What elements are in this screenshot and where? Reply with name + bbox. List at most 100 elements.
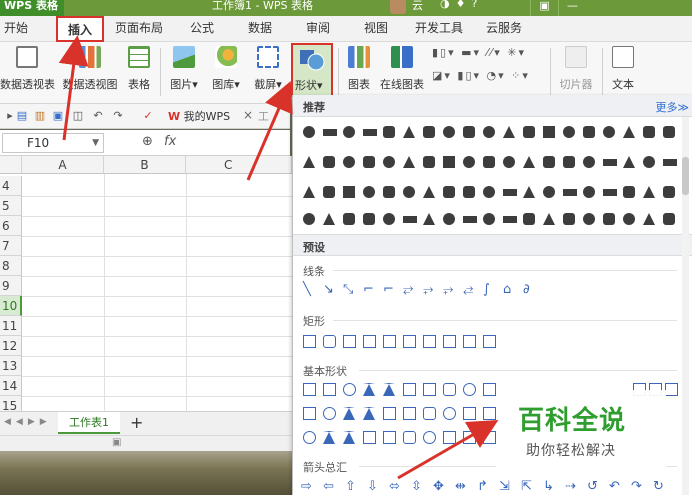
pivot-chart-button[interactable]: 数据透视图 (60, 46, 120, 92)
recommended-shape-icon[interactable] (523, 186, 535, 198)
recommended-shape-icon[interactable] (403, 186, 415, 198)
menu-formula[interactable]: 公式 (186, 16, 218, 42)
recommended-shape-icon[interactable] (343, 213, 355, 225)
help-icon[interactable]: ? (471, 0, 483, 10)
menu-developer[interactable]: 开发工具 (412, 16, 466, 42)
arrow-shape-icon[interactable]: ↷ (631, 480, 642, 494)
slicer-button[interactable]: 切片器 (556, 46, 596, 92)
column-header-c[interactable]: C (186, 156, 292, 174)
chevron-down-icon[interactable]: ▼ (92, 134, 99, 152)
recommended-shape-icon[interactable] (443, 156, 455, 168)
basic-shape-icon[interactable] (423, 431, 436, 444)
recommended-shape-icon[interactable] (503, 189, 517, 196)
recommended-shape-icon[interactable] (463, 156, 475, 168)
recommended-shape-icon[interactable] (663, 186, 675, 198)
row-header-4[interactable]: 4 (0, 176, 22, 196)
basic-shape-icon[interactable] (323, 407, 336, 420)
fx-icon[interactable]: fx (164, 134, 176, 149)
arrow-shape-icon[interactable]: ⇦ (323, 480, 334, 494)
select-all-corner[interactable] (0, 156, 22, 174)
basic-shape-icon[interactable] (323, 383, 336, 396)
recommended-shape-icon[interactable] (383, 186, 395, 198)
recommended-shape-icon[interactable] (523, 126, 535, 138)
line-shape-icon[interactable]: ⤡ (343, 283, 353, 297)
recommended-shape-icon[interactable] (583, 213, 595, 225)
rectangle-shape-icon[interactable] (303, 335, 316, 348)
rectangle-shape-icon[interactable] (323, 335, 336, 348)
row-header-5[interactable]: 5 (0, 196, 22, 216)
export-icon[interactable]: ▥ (34, 110, 46, 122)
basic-shape-icon[interactable] (423, 407, 436, 420)
recommended-shape-icon[interactable] (643, 186, 655, 198)
gallery-button[interactable]: 图库▾ (208, 46, 244, 92)
arrow-shape-icon[interactable]: ⇩ (367, 480, 378, 494)
line-shape-icon[interactable]: ⌐ (383, 283, 394, 297)
basic-shape-icon[interactable] (463, 431, 476, 444)
recommended-shape-icon[interactable] (323, 213, 335, 225)
minimize-button[interactable]: — (558, 0, 586, 16)
line-shape-icon[interactable]: ⥅ (423, 283, 433, 297)
sheet-tab-1[interactable]: 工作表1 (58, 412, 120, 434)
recommended-shape-icon[interactable] (483, 156, 495, 168)
basic-shape-icon[interactable] (303, 407, 316, 420)
basic-shape-icon[interactable] (403, 407, 416, 420)
recommended-shape-icon[interactable] (483, 186, 495, 198)
menu-page-layout[interactable]: 页面布局 (112, 16, 166, 42)
recommended-shape-icon[interactable] (403, 126, 415, 138)
recommended-shape-icon[interactable] (443, 186, 455, 198)
shirt-icon[interactable]: ♦ (456, 0, 472, 10)
recommended-shape-icon[interactable] (343, 186, 355, 198)
arrow-shape-icon[interactable]: ⬄ (389, 480, 400, 494)
app-name[interactable]: WPS 表格 (0, 0, 64, 16)
line-shape-icon[interactable]: ⥂ (403, 283, 413, 297)
chart-types-icon[interactable]: ▮▯▾ ▬▾ ⁄⁄▾ ✳▾ (432, 46, 542, 59)
recommended-shape-icon[interactable] (463, 186, 475, 198)
recommended-shape-icon[interactable] (323, 129, 337, 136)
recommended-shape-icon[interactable] (423, 186, 435, 198)
line-shape-icon[interactable]: ⌂ (503, 283, 511, 297)
recommended-shape-icon[interactable] (523, 213, 535, 225)
recommended-shape-icon[interactable] (523, 156, 535, 168)
recommended-shape-icon[interactable] (463, 216, 477, 223)
recommended-shape-icon[interactable] (403, 156, 415, 168)
recommended-shape-icon[interactable] (643, 156, 655, 168)
menu-data[interactable]: 数据 (244, 16, 276, 42)
recommended-shape-icon[interactable] (483, 213, 495, 225)
line-shape-icon[interactable]: ╲ (303, 283, 311, 297)
basic-shape-icon[interactable] (363, 431, 376, 444)
table-button[interactable]: 表格 (124, 46, 154, 92)
zoom-icon[interactable]: ⊕ (142, 134, 153, 149)
menu-view[interactable]: 视图 (360, 16, 392, 42)
basic-shape-icon[interactable] (343, 383, 356, 396)
arrow-shape-icon[interactable]: ⇢ (565, 480, 576, 494)
pivot-table-button[interactable]: 数据透视表 (0, 46, 55, 92)
menu-review[interactable]: 审阅 (302, 16, 334, 42)
recommended-shape-icon[interactable] (643, 213, 655, 225)
recommended-shape-icon[interactable] (543, 126, 555, 138)
arrow-shape-icon[interactable]: ↻ (653, 480, 664, 494)
recommended-shape-icon[interactable] (323, 186, 335, 198)
basic-shape-icon[interactable] (443, 431, 456, 444)
shapes-button[interactable]: 形状▾ (291, 43, 333, 97)
restore-icon[interactable]: ▣ (530, 0, 558, 16)
recommended-shape-icon[interactable] (503, 156, 515, 168)
recommended-shape-icon[interactable] (603, 189, 617, 196)
arrow-shape-icon[interactable]: ✥ (433, 480, 444, 494)
arrow-shape-icon[interactable]: ⇱ (521, 480, 532, 494)
recommended-shape-icon[interactable] (423, 213, 435, 225)
workbook-tab[interactable]: 工 (258, 108, 269, 124)
rectangle-shape-icon[interactable] (463, 335, 476, 348)
basic-shape-icon[interactable] (463, 383, 476, 396)
rectangle-shape-icon[interactable] (403, 335, 416, 348)
basic-shape-icon[interactable] (403, 383, 416, 396)
recommended-shape-icon[interactable] (423, 126, 435, 138)
chart-type-group[interactable]: ▮▯▾ ▬▾ ⁄⁄▾ ✳▾ ◪▾ ▮▯▾ ◔▾ ⁘▾ (432, 46, 542, 82)
basic-shape-icon[interactable] (383, 383, 395, 396)
basic-shape-icon[interactable] (383, 407, 396, 420)
arrow-shape-icon[interactable]: ⇹ (455, 480, 466, 494)
basic-shape-icon[interactable] (343, 407, 355, 420)
recommended-shape-icon[interactable] (383, 126, 395, 138)
menu-cloud[interactable]: 云服务 (482, 16, 526, 42)
recommended-shape-icon[interactable] (583, 186, 595, 198)
add-sheet-button[interactable]: + (130, 413, 143, 432)
